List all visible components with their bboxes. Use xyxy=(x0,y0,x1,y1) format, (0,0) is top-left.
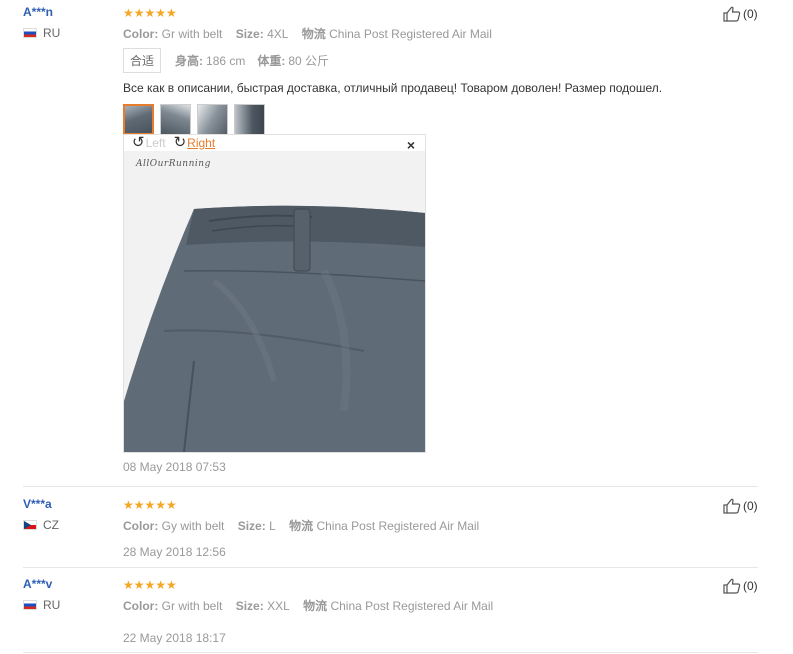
thumbs-up-icon xyxy=(723,578,741,594)
reviewer-country: RU xyxy=(23,26,60,40)
review-divider xyxy=(23,567,758,568)
order-info: Color: Gr with belt Size: XXL 物流 China P… xyxy=(123,597,493,614)
shipping-label: 物流 xyxy=(303,599,328,613)
weight-value: 80 公斤 xyxy=(288,54,330,68)
order-info: Color: Gr with belt Size: 4XL 物流 China P… xyxy=(123,25,662,42)
star-rating: ★★★★★ xyxy=(123,578,177,592)
shipping-label: 物流 xyxy=(289,519,314,533)
size-value: 4XL xyxy=(267,27,289,41)
shipping-value: China Post Registered Air Mail xyxy=(329,27,492,41)
color-label: Color: xyxy=(123,27,159,41)
thumbs-up-icon xyxy=(723,6,741,22)
star-rating: ★★★★★ xyxy=(123,498,177,512)
reviewer-name[interactable]: A***n xyxy=(23,5,60,19)
country-code: CZ xyxy=(43,518,59,532)
photo-thumbnail[interactable] xyxy=(197,104,228,135)
reviewer-country: CZ xyxy=(23,518,59,532)
size-value: XXL xyxy=(267,599,290,613)
size-label: Size: xyxy=(237,519,266,533)
reviewer-name[interactable]: A***v xyxy=(23,577,60,591)
helpful-button[interactable]: (0) xyxy=(723,6,758,22)
rotate-right-button[interactable]: Right xyxy=(187,136,215,150)
reviewer-name[interactable]: V***a xyxy=(23,497,59,511)
color-label: Color: xyxy=(123,599,159,613)
color-label: Color: xyxy=(123,519,159,533)
helpful-button[interactable]: (0) xyxy=(723,578,758,594)
review-body: ★★★★★ Color: Gy with belt Size: L 物流 Chi… xyxy=(123,499,479,559)
star-rating: ★★★★★ xyxy=(123,6,177,20)
shipping-label: 物流 xyxy=(301,27,326,41)
photo-thumbnail[interactable] xyxy=(160,104,191,135)
review-date: 08 May 2018 07:53 xyxy=(123,460,226,474)
czech-flag-icon xyxy=(23,520,37,530)
review-divider xyxy=(23,652,758,653)
reviewer-country: RU xyxy=(23,598,60,612)
review-text: Все как в описании, быстрая доставка, от… xyxy=(123,81,663,95)
review-body: ★★★★★ Color: Gr with belt Size: XXL 物流 C… xyxy=(123,579,493,645)
shipping-value: China Post Registered Air Mail xyxy=(316,519,480,533)
review-body: ★★★★★ Color: Gr with belt Size: 4XL 物流 C… xyxy=(123,6,663,140)
review-divider xyxy=(23,486,758,487)
review-date: 28 May 2018 12:56 xyxy=(123,545,226,559)
russia-flag-icon xyxy=(23,600,37,610)
helpful-count: (0) xyxy=(743,499,758,513)
review-user: V***a CZ xyxy=(23,497,59,532)
helpful-count: (0) xyxy=(743,7,758,21)
helpful-count: (0) xyxy=(743,579,758,593)
country-code: RU xyxy=(43,26,61,40)
rotate-left-button[interactable]: Left xyxy=(146,136,166,150)
viewer-toolbar: ↺ Left ↻ Right × xyxy=(124,135,425,153)
photo-viewer: ↺ Left ↻ Right × AllOurRunning xyxy=(123,134,426,453)
russia-flag-icon xyxy=(23,28,37,38)
rotate-left-icon[interactable]: ↺ xyxy=(132,135,145,150)
color-value: Gr with belt xyxy=(161,599,223,613)
weight-label: 体重: xyxy=(257,54,286,68)
rotate-right-icon[interactable]: ↻ xyxy=(174,135,187,150)
photo-thumbnail[interactable] xyxy=(123,104,154,140)
size-value: L xyxy=(269,519,276,533)
order-info: Color: Gy with belt Size: L 物流 China Pos… xyxy=(123,517,479,534)
fit-info: 合适 身高: 186 cm 体重: 80 公斤 xyxy=(123,48,662,73)
shipping-value: China Post Registered Air Mail xyxy=(330,599,494,613)
fit-tag: 合适 xyxy=(123,48,162,73)
pants-photo-image xyxy=(124,151,425,452)
height-value: 186 cm xyxy=(206,53,246,68)
review-user: A***n RU xyxy=(23,5,60,40)
height-label: 身高: xyxy=(175,54,204,68)
photo-thumbnail[interactable] xyxy=(234,104,265,135)
color-value: Gr with belt xyxy=(161,27,223,41)
helpful-button[interactable]: (0) xyxy=(723,498,758,514)
thumbs-up-icon xyxy=(723,498,741,514)
review-photo: AllOurRunning xyxy=(124,151,425,452)
photo-watermark: AllOurRunning xyxy=(136,159,211,169)
size-label: Size: xyxy=(235,27,264,41)
review-date: 22 May 2018 18:17 xyxy=(123,631,226,645)
photo-thumbnails xyxy=(123,104,662,140)
size-label: Size: xyxy=(235,599,264,613)
country-code: RU xyxy=(43,598,61,612)
review-user: A***v RU xyxy=(23,577,60,612)
color-value: Gy with belt xyxy=(161,519,225,533)
